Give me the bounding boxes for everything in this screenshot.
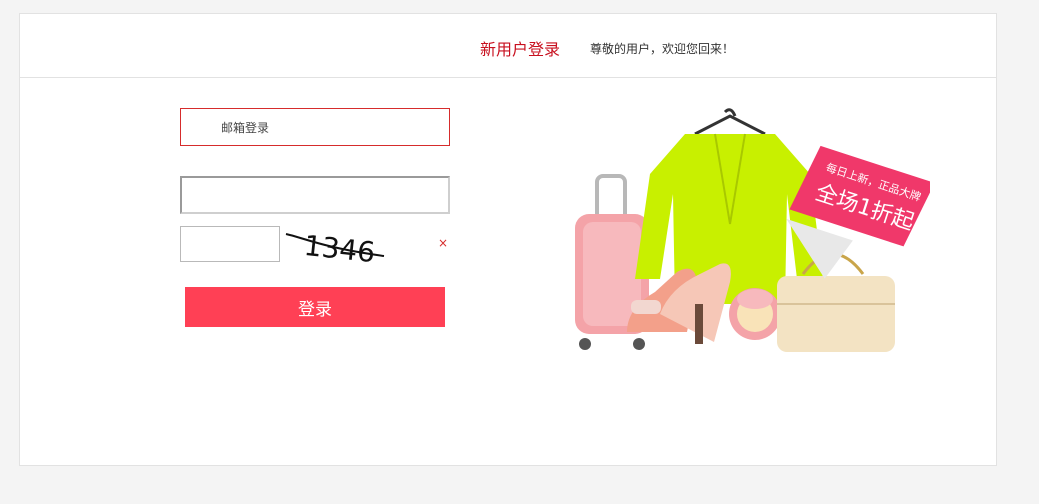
login-button[interactable]: 登录 [185, 287, 445, 327]
login-card: 新用户登录 尊敬的用户，欢迎您回来！ 邮箱登录 1346 × 登录 每日上新，正… [19, 13, 997, 466]
header: 新用户登录 尊敬的用户，欢迎您回来！ [20, 14, 996, 78]
email-field[interactable]: 邮箱登录 [180, 108, 450, 146]
promo-image: 每日上新，正品大牌 全场1折起 [575, 108, 930, 352]
captcha-input[interactable] [180, 226, 280, 262]
handbag-icon [777, 252, 895, 352]
compact-icon [729, 288, 781, 340]
captcha-error-icon: × [438, 236, 449, 250]
password-field[interactable] [180, 176, 450, 214]
email-placeholder: 邮箱登录 [221, 120, 270, 135]
page-title: 新用户登录 [480, 40, 561, 59]
captcha-image[interactable]: 1346 [284, 226, 386, 268]
welcome-text: 尊敬的用户，欢迎您回来！ [590, 42, 735, 56]
